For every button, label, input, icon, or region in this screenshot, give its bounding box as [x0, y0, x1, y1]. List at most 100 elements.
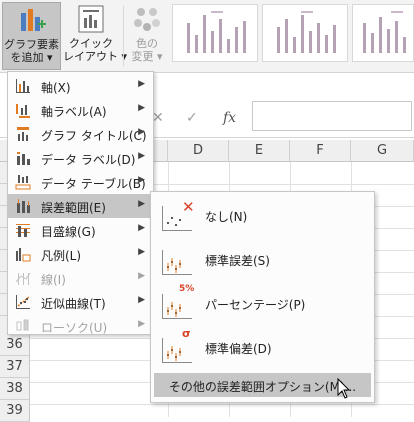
menu-item-axis-titles[interactable]: 軸ラベル(A) ▶ — [8, 98, 153, 122]
add-chart-element-button[interactable]: グラフ要素 を追加 ▾ — [2, 2, 61, 70]
axis-titles-icon — [15, 102, 31, 118]
add-chart-element-icon — [17, 5, 47, 35]
chart-style-title-mark — [301, 11, 313, 13]
submenu-arrow-icon: ▶ — [138, 103, 145, 113]
error-bars-submenu: ✕ なし(N) 標準誤差(S) 5% パーセンテージ(P) σ 標準偏差(D) … — [150, 191, 375, 403]
chart-style-thumbnail-3[interactable] — [352, 4, 414, 62]
chart-style-bar — [203, 15, 206, 53]
menu-item-label: 線(I) — [41, 273, 66, 287]
quick-layout-icon — [76, 4, 106, 34]
add-chart-element-label-1: グラフ要素 — [4, 38, 59, 51]
submenu-item-label: パーセンテージ(P) — [205, 298, 306, 312]
quick-layout-label-1: クイック — [69, 37, 113, 50]
submenu-arrow-icon: ▶ — [138, 79, 145, 89]
submenu-item-label: 標準偏差(D) — [205, 342, 272, 356]
chart-style-bar — [219, 19, 222, 53]
change-colors-label-2: 変更 ▾ — [131, 50, 163, 63]
column-header-d[interactable]: D — [168, 140, 229, 162]
percentage-badge-icon: 5% — [179, 284, 195, 294]
none-badge-icon: ✕ — [182, 198, 195, 216]
chart-style-bar — [333, 25, 336, 53]
row-header-37[interactable]: 37 — [0, 356, 30, 378]
chart-style-thumbnail-2[interactable] — [262, 4, 348, 62]
submenu-item-standard-error[interactable]: 標準誤差(S) — [151, 238, 374, 282]
menu-item-chart-title[interactable]: グラフ タイトル(C) ▶ — [8, 122, 153, 146]
up-down-bars-icon — [15, 318, 31, 334]
submenu-arrow-icon: ▶ — [138, 151, 145, 161]
submenu-item-percentage[interactable]: 5% パーセンテージ(P) — [151, 282, 374, 326]
chart-style-bar — [325, 35, 328, 53]
menu-item-label: 近似曲線(T) — [41, 297, 106, 311]
insert-function-icon[interactable]: fx — [223, 110, 236, 126]
submenu-item-none[interactable]: ✕ なし(N) — [151, 194, 374, 238]
submenu-arrow-icon: ▶ — [138, 223, 145, 233]
change-colors-button[interactable]: 色の 変更 ▾ — [127, 2, 167, 70]
column-header-g[interactable]: G — [351, 140, 414, 162]
sigma-badge-icon: σ — [182, 327, 191, 340]
lines-icon — [15, 270, 31, 286]
submenu-arrow-icon: ▶ — [138, 175, 145, 185]
chart-styles-gallery — [170, 4, 414, 64]
menu-item-legend[interactable]: 凡例(L) ▶ — [8, 242, 153, 266]
chart-style-bar — [387, 29, 390, 53]
menu-item-data-table[interactable]: データ テーブル(B) ▶ — [8, 170, 153, 194]
mouse-cursor-icon — [337, 377, 351, 403]
ribbon: グラフ要素 を追加 ▾ クイック レイアウト ▾ 色の 変更 ▾ — [0, 0, 414, 73]
chart-style-bar — [277, 27, 280, 53]
chart-style-bar — [379, 17, 382, 53]
chart-style-thumbnail-1[interactable] — [172, 4, 258, 62]
chart-style-title-mark — [211, 11, 223, 13]
submenu-arrow-icon: ▶ — [138, 127, 145, 137]
data-table-icon — [15, 174, 31, 190]
chart-style-bar — [301, 15, 304, 53]
gridlines-icon — [15, 222, 31, 238]
ribbon-separator — [123, 6, 124, 66]
submenu-arrow-icon: ▶ — [138, 319, 145, 329]
change-colors-label-1: 色の — [136, 37, 158, 50]
error-bars-icon — [15, 198, 31, 214]
axes-icon — [15, 78, 31, 94]
chart-title-icon — [15, 126, 31, 142]
chart-style-bar — [227, 39, 230, 53]
chart-style-bar — [187, 23, 190, 53]
menu-item-trendline[interactable]: 近似曲線(T) ▶ — [8, 290, 153, 314]
chart-style-bar — [211, 31, 214, 53]
column-header-e[interactable]: E — [229, 140, 290, 162]
formula-input[interactable] — [252, 101, 412, 131]
chart-style-bar — [371, 33, 374, 53]
submenu-item-standard-deviation[interactable]: σ 標準偏差(D) — [151, 326, 374, 370]
row-header-39[interactable]: 39 — [0, 400, 30, 422]
menu-item-error-bars[interactable]: 誤差範囲(E) ▶ — [8, 194, 153, 218]
menu-item-axes[interactable]: 軸(X) ▶ — [8, 74, 153, 98]
chart-style-bar — [243, 21, 246, 53]
confirm-entry-icon[interactable]: ✓ — [186, 110, 198, 126]
chart-style-bar — [395, 21, 398, 53]
chart-style-bar — [285, 19, 288, 53]
legend-icon — [15, 246, 31, 262]
chart-style-bar — [293, 37, 296, 53]
quick-layout-button[interactable]: クイック レイアウト ▾ — [63, 2, 128, 70]
chart-style-bar — [195, 35, 198, 53]
submenu-item-label: なし(N) — [205, 210, 248, 224]
submenu-arrow-icon: ▶ — [138, 295, 145, 305]
chart-style-bar — [403, 37, 406, 53]
menu-item-label: ローソク(U) — [41, 321, 108, 335]
change-colors-icon — [132, 4, 162, 34]
menu-item-gridlines[interactable]: 目盛線(G) ▶ — [8, 218, 153, 242]
row-header-38[interactable]: 38 — [0, 378, 30, 400]
quick-layout-label-2: レイアウト ▾ — [63, 50, 128, 63]
menu-item-up-down-bars[interactable]: ローソク(U) ▶ — [8, 314, 153, 338]
menu-item-data-labels[interactable]: データ ラベル(D) ▶ — [8, 146, 153, 170]
menu-item-label: 凡例(L) — [41, 249, 82, 263]
menu-item-label: グラフ タイトル(C) — [41, 129, 147, 143]
add-chart-element-label-2: を追加 ▾ — [10, 51, 53, 64]
menu-item-lines[interactable]: 線(I) ▶ — [8, 266, 153, 290]
menu-item-label: 軸(X) — [41, 81, 71, 95]
chart-style-bar — [309, 31, 312, 53]
chart-style-title-mark — [391, 11, 403, 13]
menu-item-label: 目盛線(G) — [41, 225, 96, 239]
column-header-f[interactable]: F — [290, 140, 351, 162]
menu-item-label: 誤差範囲(E) — [41, 201, 106, 215]
data-labels-icon — [15, 150, 31, 166]
submenu-arrow-icon: ▶ — [138, 271, 145, 281]
